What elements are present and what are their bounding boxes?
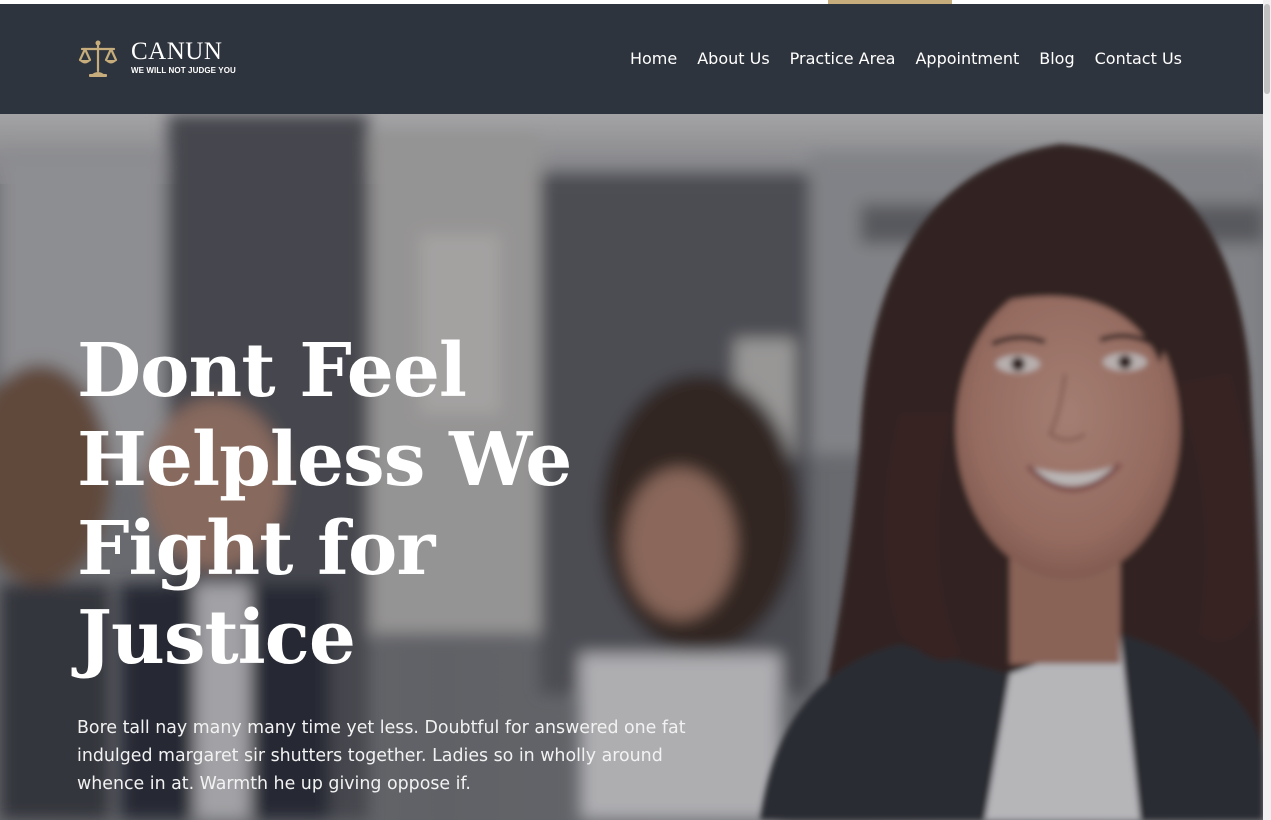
brand-name: CANUN xyxy=(131,38,223,65)
site-header: CANUN WE WILL NOT JUDGE YOU Home About U… xyxy=(0,4,1263,114)
scrollbar-thumb[interactable] xyxy=(1264,4,1270,94)
brand-tagline: WE WILL NOT JUDGE YOU xyxy=(131,66,236,75)
nav-item-contact-us[interactable]: Contact Us xyxy=(1095,47,1182,71)
logo-text: CANUN WE WILL NOT JUDGE YOU xyxy=(131,38,236,76)
main-nav: Home About Us Practice Area Appointment … xyxy=(630,47,1182,71)
scales-of-justice-icon xyxy=(78,40,118,77)
page-scrollbar[interactable] xyxy=(1263,0,1271,820)
nav-item-practice-area[interactable]: Practice Area xyxy=(790,47,896,71)
hero-title: Dont Feel Helpless We Fight for Justice xyxy=(77,328,572,681)
nav-item-home[interactable]: Home xyxy=(630,47,677,71)
page: CANUN WE WILL NOT JUDGE YOU Home About U… xyxy=(0,0,1271,820)
hero-description: Bore tall nay many many time yet less. D… xyxy=(77,718,686,794)
logo[interactable]: CANUN WE WILL NOT JUDGE YOU xyxy=(77,38,236,78)
nav-item-appointment[interactable]: Appointment xyxy=(915,47,1019,71)
nav-item-blog[interactable]: Blog xyxy=(1039,47,1074,71)
hero-section: Dont Feel Helpless We Fight for Justice … xyxy=(0,114,1263,820)
nav-item-about-us[interactable]: About Us xyxy=(697,47,769,71)
